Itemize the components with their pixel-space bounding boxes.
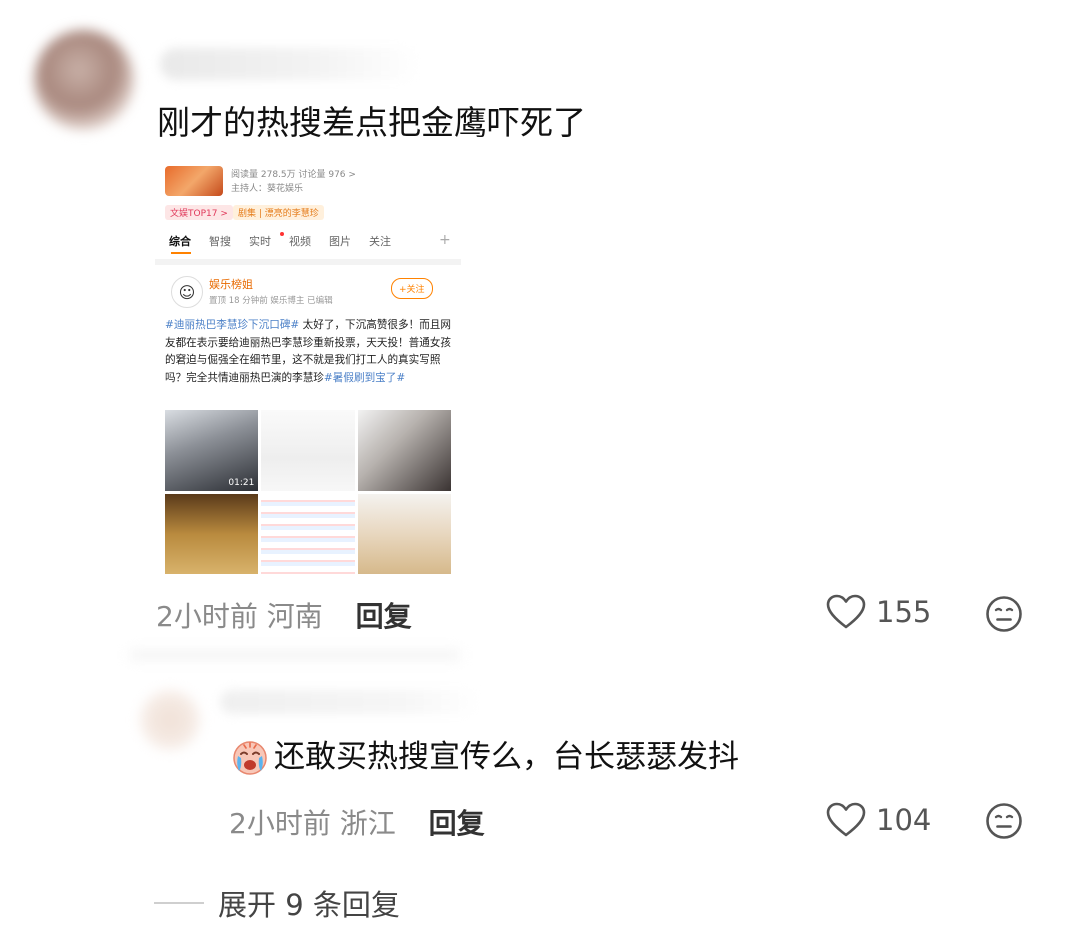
post-topic-2: #暑假刷到宝了# [323,371,406,384]
post-avatar: ☺ [171,276,203,308]
comment-thread: 刚才的热搜差点把金鹰吓死了 阅读量 278.5万 讨论量 976 > 主持人：葵… [0,0,1076,948]
embedded-tab: 智搜 [209,235,231,248]
comment-location: 河南 [266,600,323,633]
reply-avatar[interactable] [140,690,200,750]
follow-button: +关注 [391,278,433,299]
commenter-avatar[interactable] [34,30,134,130]
expand-replies-label: 展开 9 条回复 [218,888,400,922]
like-count: 104 [876,803,932,837]
active-tab-indicator [171,252,191,254]
comment-meta: 2小时前 河南 回复 [156,595,412,635]
reply-button[interactable]: 回复 [356,600,412,633]
embedded-tab: 关注 [369,235,391,248]
like-button[interactable]: 155 [826,594,931,630]
embedded-tab: 实时 [249,235,271,248]
comment-text: 刚才的热搜差点把金鹰吓死了 [157,103,586,142]
neutral-face-icon[interactable] [985,802,1023,840]
post-body: #迪丽热巴李慧珍下沉口碑# 太好了，下沉高赞很多！而且网友都在表示要给迪丽热巴李… [165,317,453,387]
reply-text-row: 还敢买热搜宣传么，台长瑟瑟发抖 [230,735,739,779]
video-duration: 01:21 [228,477,255,488]
reply-meta: 2小时前 浙江 回复 [229,802,485,842]
image-thumbnail [357,410,451,491]
reply-name-blurred[interactable] [220,690,480,714]
heart-icon [826,594,866,629]
post-author: 娱乐榜姐 [209,278,253,291]
topic-stats: 阅读量 278.5万 讨论量 976 > [231,170,356,180]
reply-time: 2小时前 [229,807,331,840]
image-thumbnail [261,410,355,491]
embedded-tabs: 综合 智搜 实时 视频 图片 关注 [169,233,409,249]
comment-image[interactable]: 阅读量 278.5万 讨论量 976 > 主持人：葵花娱乐 文娱TOP17 > … [155,158,461,576]
embedded-tab: 视频 [289,235,311,248]
post-topic: #迪丽热巴李慧珍下沉口碑# [165,319,300,331]
image-thumbnail [357,493,451,574]
like-count: 155 [876,595,932,629]
like-button[interactable]: 104 [826,802,931,838]
plus-icon: + [439,232,451,248]
topic-host: 主持人：葵花娱乐 [231,184,304,194]
post-meta: 置顶 18 分钟前 娱乐博主 已编辑 [209,296,333,306]
expand-line [154,902,204,904]
new-dot-icon [280,232,284,236]
video-thumbnail: 01:21 [165,410,259,491]
crying-emoji-icon [233,741,267,775]
reply-location: 浙江 [339,807,396,840]
expand-replies-button[interactable]: 展开 9 条回复 [154,882,400,924]
comment-time: 2小时前 [156,600,258,633]
separator-blurred [130,650,460,660]
heart-icon [826,802,866,837]
divider [155,259,461,265]
rank-tag: 文娱TOP17 > [165,205,233,220]
embedded-tab: 图片 [329,235,351,248]
neutral-face-icon[interactable] [985,595,1023,633]
topic-thumbnail [165,166,223,196]
drama-tag: 剧集 | 漂亮的李慧珍 [233,205,324,220]
image-thumbnail [261,493,355,574]
reply-text: 还敢买热搜宣传么，台长瑟瑟发抖 [274,739,739,775]
post-image-grid: 01:21 [165,410,451,574]
reply-button[interactable]: 回复 [429,807,485,840]
commenter-name-blurred[interactable] [160,48,420,80]
embedded-tab: 综合 [169,235,191,248]
image-thumbnail [165,493,259,574]
